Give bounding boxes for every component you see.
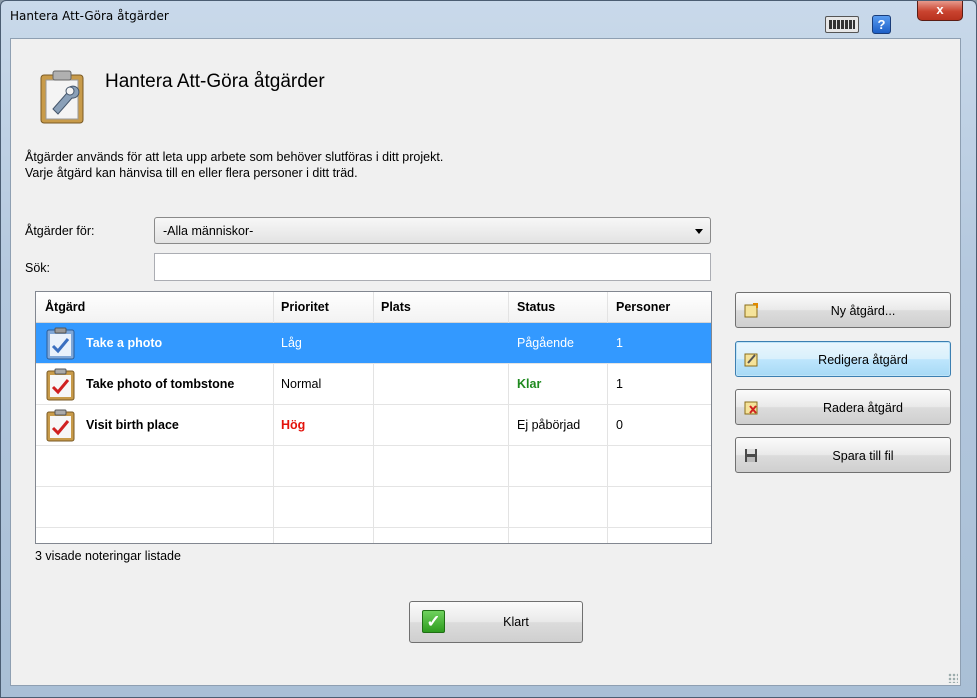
column-header-place[interactable]: Plats [381, 300, 411, 314]
table-row[interactable]: Visit birth place Hög Ej påbörjad 0 [36, 405, 711, 446]
chevron-down-icon [695, 229, 703, 234]
edit-action-label: Redigera åtgärd [818, 353, 908, 367]
row-name: Take photo of tombstone [86, 377, 235, 391]
delete-action-button[interactable]: Radera åtgärd [735, 389, 951, 425]
edit-note-icon [744, 353, 758, 367]
table-row-empty [36, 446, 711, 487]
dialog-body: Hantera Att-Göra åtgärder Åtgärder använ… [10, 38, 961, 686]
table-row[interactable]: Take photo of tombstone Normal Klar 1 [36, 364, 711, 405]
row-status: Ej påbörjad [517, 418, 581, 432]
row-status: Pågående [517, 336, 575, 350]
new-action-label: Ny åtgärd... [830, 304, 896, 318]
column-header-persons[interactable]: Personer [616, 300, 670, 314]
record-count: 3 visade noteringar listade [35, 549, 181, 563]
title-bar: Hantera Att-Göra åtgärder ? x [1, 1, 976, 34]
dropdown-value: -Alla människor- [163, 224, 254, 238]
resize-grip[interactable] [948, 673, 958, 683]
row-name: Take a photo [86, 336, 163, 350]
save-to-file-label: Spara till fil [832, 449, 894, 463]
actions-for-label: Åtgärder för: [25, 224, 95, 238]
column-header-action[interactable]: Åtgärd [45, 300, 85, 314]
row-priority: Hög [281, 418, 306, 432]
new-note-icon [744, 303, 758, 318]
done-button[interactable]: ✓ Klart [409, 601, 583, 643]
page-title: Hantera Att-Göra åtgärder [105, 71, 325, 92]
keyboard-icon[interactable] [825, 16, 859, 33]
person-filter-dropdown[interactable]: -Alla människor- [154, 217, 711, 244]
column-header-status[interactable]: Status [517, 300, 555, 314]
row-persons: 0 [616, 418, 623, 432]
row-name: Visit birth place [86, 418, 179, 432]
row-priority: Låg [281, 336, 302, 350]
table-row-empty [36, 487, 711, 528]
row-persons: 1 [616, 336, 623, 350]
delete-action-label: Radera åtgärd [823, 401, 903, 415]
window-title: Hantera Att-Göra åtgärder [10, 9, 169, 23]
close-button[interactable]: x [917, 1, 963, 21]
column-header-priority[interactable]: Prioritet [281, 300, 329, 314]
row-priority: Normal [281, 377, 322, 391]
edit-action-button[interactable]: Redigera åtgärd [735, 341, 951, 377]
clipboard-check-icon [46, 409, 75, 442]
search-input[interactable] [154, 253, 711, 281]
table-row[interactable]: Take a photo Låg Pågående 1 [36, 323, 711, 364]
search-label: Sök: [25, 261, 51, 275]
description-line-2: Varje åtgärd kan hänvisa till en eller f… [25, 166, 358, 180]
clipboard-check-icon [46, 368, 75, 401]
clipboard-check-icon [46, 327, 75, 360]
clipboard-wrench-icon [40, 70, 84, 124]
new-action-button[interactable]: Ny åtgärd... [735, 292, 951, 328]
row-persons: 1 [616, 377, 623, 391]
help-button[interactable]: ? [872, 15, 891, 34]
description-line-1: Åtgärder används för att leta upp arbete… [25, 150, 444, 164]
floppy-disk-icon [745, 449, 757, 462]
done-label: Klart [503, 615, 529, 629]
actions-table: Åtgärd Prioritet Plats Status Personer T… [35, 291, 712, 544]
row-status: Klar [517, 377, 542, 391]
save-to-file-button[interactable]: Spara till fil [735, 437, 951, 473]
delete-note-icon [744, 401, 758, 415]
dialog-window: Hantera Att-Göra åtgärder ? x Hantera At… [0, 0, 977, 698]
checkmark-icon: ✓ [422, 610, 445, 633]
